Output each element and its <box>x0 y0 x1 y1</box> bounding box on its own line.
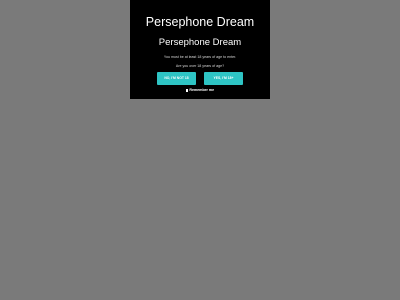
age-notice-text: You must be at least 18 years of age to … <box>163 55 237 59</box>
remember-me-option[interactable]: Remember me <box>130 88 270 93</box>
remember-me-checkbox[interactable] <box>185 89 189 92</box>
age-question-text: Are you over 18 years of age? <box>175 64 225 68</box>
remember-me-label[interactable]: Remember me <box>189 88 214 93</box>
over-18-button[interactable]: YES, I'M 18+ <box>204 72 243 85</box>
not-18-button[interactable]: NO, I'M NOT 18 <box>157 72 196 85</box>
site-title: Persephone Dream <box>145 15 255 29</box>
modal-heading: Persephone Dream <box>158 37 242 48</box>
age-verification-modal: Persephone Dream Persephone Dream You mu… <box>130 0 270 99</box>
